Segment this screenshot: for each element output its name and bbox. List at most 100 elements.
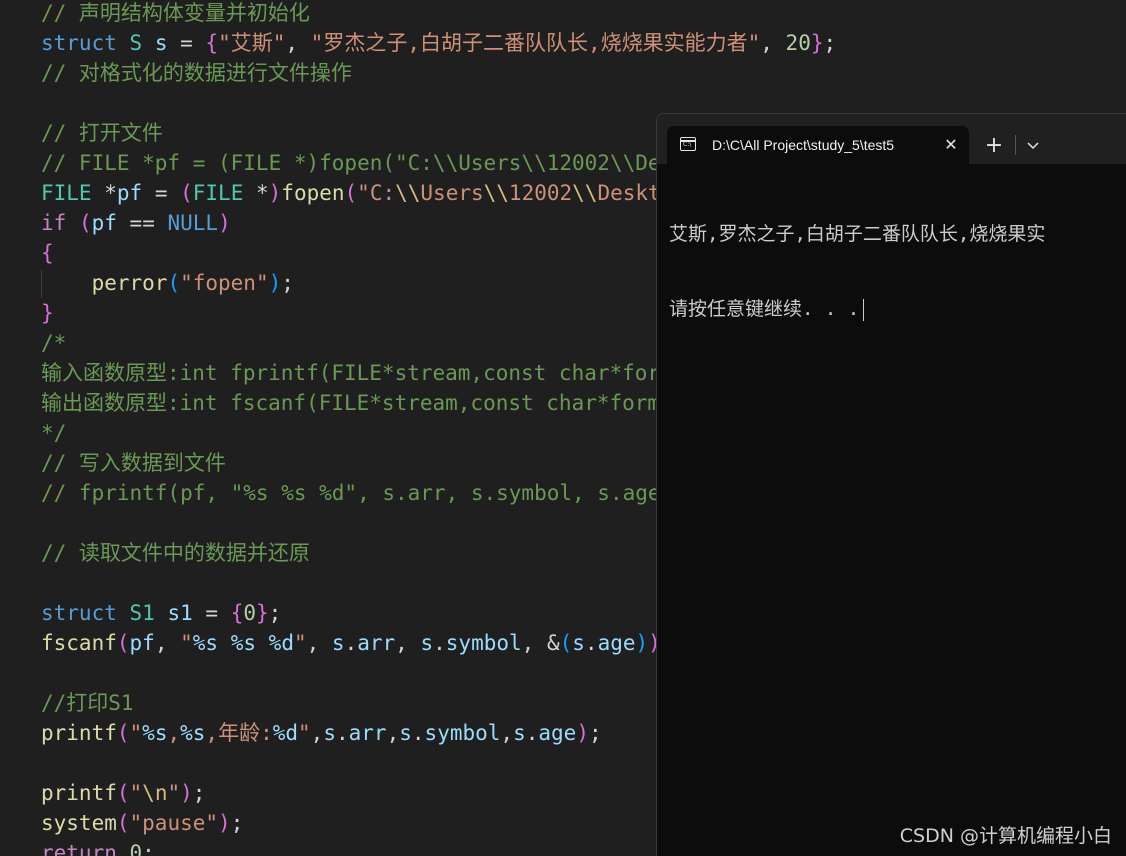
code-token: // 声明结构体变量并初始化	[41, 1, 310, 25]
code-token: 0	[243, 601, 257, 625]
code-token: %s	[142, 721, 168, 745]
code-token: =	[192, 601, 231, 625]
code-token: arr	[357, 631, 396, 655]
code-token: ,	[395, 631, 421, 655]
code-line[interactable]: system("pause");	[41, 808, 243, 838]
code-token: ;	[588, 721, 602, 745]
code-line[interactable]: struct S1 s1 = {0};	[41, 598, 281, 628]
code-line[interactable]: {	[41, 238, 54, 268]
code-token: s	[331, 631, 345, 655]
code-token: ;	[268, 601, 282, 625]
code-token: 0	[129, 841, 143, 856]
code-token: .	[411, 721, 425, 745]
code-line[interactable]: if (pf == NULL)	[41, 208, 231, 238]
code-line[interactable]: FILE *pf = (FILE *)fopen("C:\\Users\\120…	[41, 178, 673, 208]
code-token: s1	[167, 601, 193, 625]
code-token: ,	[310, 721, 324, 745]
code-token: *	[243, 181, 269, 205]
code-line[interactable]: // FILE *pf = (FILE *)fopen("C:\\Users\\…	[41, 148, 673, 178]
code-line[interactable]: fscanf(pf, "%s %s %d", s.arr, s.symbol, …	[41, 628, 673, 658]
code-token: )	[635, 631, 649, 655]
terminal-tab[interactable]: C:\ D:\C\All Project\study_5\test5 ✕	[667, 126, 969, 164]
close-icon[interactable]: ✕	[941, 135, 961, 155]
code-token: "fopen"	[180, 271, 269, 295]
terminal-prompt-line: 请按任意键继续. . .	[669, 297, 1126, 322]
code-token: (	[180, 181, 193, 205]
code-token: ,	[154, 631, 181, 655]
terminal-titlebar: C:\ D:\C\All Project\study_5\test5 ✕ +	[657, 114, 1126, 164]
code-line[interactable]: perror("fopen");	[41, 268, 294, 298]
code-token: %d	[268, 631, 294, 655]
code-token: )	[218, 811, 231, 835]
code-line[interactable]: printf("%s,%s,年龄:%d",s.arr,s.symbol,s.ag…	[41, 718, 602, 748]
code-line[interactable]: // fprintf(pf, "%s %s %d", s.arr, s.symb…	[41, 478, 673, 508]
code-token: S1	[129, 601, 155, 625]
code-token: S	[129, 31, 143, 55]
code-line[interactable]: 输入函数原型:int fprintf(FILE*stream,const cha…	[41, 358, 660, 388]
code-token: )	[180, 781, 193, 805]
code-token: ,年龄:	[205, 721, 273, 745]
code-token: "	[180, 631, 193, 655]
code-token: if	[41, 211, 67, 235]
code-token: .	[344, 631, 358, 655]
code-line[interactable]: return 0;	[41, 838, 155, 856]
code-token: )	[218, 211, 231, 235]
code-token: struct	[41, 601, 117, 625]
code-line[interactable]: struct S s = {"艾斯", "罗杰之子,白胡子二番队队长,烧烧果实能…	[41, 28, 836, 58]
chevron-down-icon[interactable]	[1021, 132, 1045, 160]
code-token: (	[344, 181, 358, 205]
code-token: s	[572, 631, 585, 655]
code-token: }	[256, 601, 269, 625]
code-token: .	[335, 721, 349, 745]
code-token: arr	[348, 721, 387, 745]
code-token: //打印S1	[41, 691, 134, 715]
terminal-output[interactable]: 艾斯,罗杰之子,白胡子二番队队长,烧烧果实 请按任意键继续. . .	[669, 172, 1126, 372]
code-line[interactable]: // 写入数据到文件	[41, 448, 226, 478]
code-token: "	[129, 721, 143, 745]
code-token: {	[41, 241, 54, 265]
code-token: ,	[760, 31, 786, 55]
code-line[interactable]: printf("\n");	[41, 778, 205, 808]
code-token: (	[78, 211, 92, 235]
code-token: NULL	[167, 211, 219, 235]
code-token: &	[546, 631, 560, 655]
code-token: ;	[230, 811, 244, 835]
code-token: // 对格式化的数据进行文件操作	[41, 61, 352, 85]
code-token: (	[167, 271, 181, 295]
code-token: /*	[41, 331, 67, 355]
code-token: ;	[192, 781, 206, 805]
terminal-window[interactable]: C:\ D:\C\All Project\study_5\test5 ✕ + 艾…	[656, 113, 1126, 856]
code-token: s	[154, 31, 168, 55]
code-token: )	[268, 271, 282, 295]
code-line[interactable]: // 读取文件中的数据并还原	[41, 538, 310, 568]
code-token: ,	[500, 721, 514, 745]
code-line[interactable]: }	[41, 298, 54, 328]
code-line[interactable]: //打印S1	[41, 688, 134, 718]
code-line[interactable]: 输出函数原型:int fscanf(FILE*stream,const char…	[41, 388, 660, 418]
code-token: // 写入数据到文件	[41, 451, 226, 475]
code-token: "罗杰之子,白胡子二番队队长,烧烧果实能力者"	[310, 31, 761, 55]
code-token: (	[559, 631, 573, 655]
code-token: 12002	[508, 181, 573, 205]
code-line[interactable]: /*	[41, 328, 66, 358]
code-token: fopen	[281, 181, 345, 205]
code-line[interactable]: // 打开文件	[41, 118, 163, 148]
code-token: \\	[395, 181, 421, 205]
code-token: ;	[281, 271, 294, 295]
code-token: perror	[91, 271, 168, 295]
text-cursor	[863, 298, 865, 321]
terminal-output-line: 艾斯,罗杰之子,白胡子二番队队长,烧烧果实	[669, 223, 1046, 245]
code-token: (	[116, 721, 130, 745]
code-token: "	[298, 721, 311, 745]
code-line[interactable]: */	[41, 418, 66, 448]
code-line[interactable]: // 对格式化的数据进行文件操作	[41, 58, 352, 88]
new-tab-button[interactable]: +	[980, 132, 1008, 160]
code-token: "	[293, 631, 307, 655]
code-token: "pause"	[129, 811, 219, 835]
terminal-pause-text: 请按任意键继续. . .	[669, 298, 860, 320]
code-line[interactable]: // 声明结构体变量并初始化	[41, 0, 310, 28]
